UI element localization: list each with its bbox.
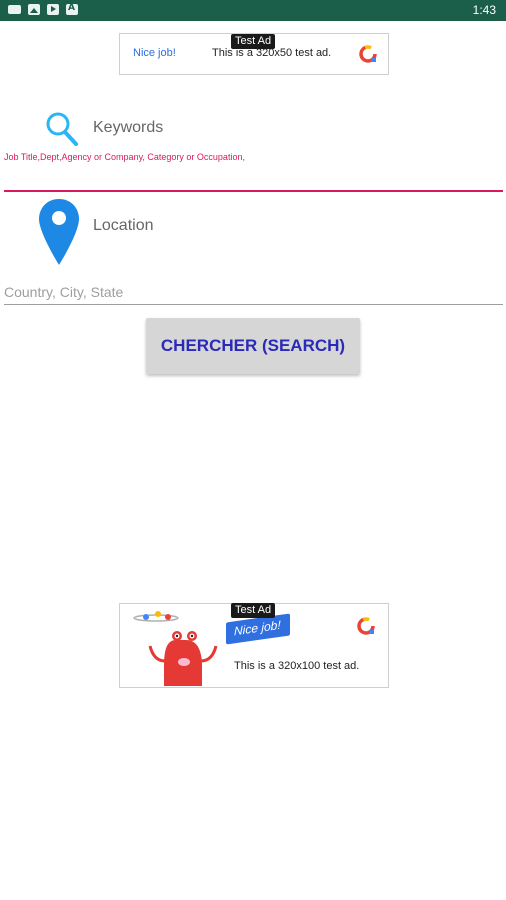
keywords-label: Keywords	[93, 119, 164, 136]
status-icons	[8, 3, 78, 15]
search-button[interactable]: CHERCHER (SEARCH)	[146, 318, 360, 374]
a-badge-icon	[66, 3, 78, 15]
test-ad-label: Test Ad	[231, 603, 276, 618]
ad-logo-icon	[357, 617, 375, 635]
nice-job-flag: Nice job!	[226, 613, 290, 645]
status-time: 1:43	[472, 3, 496, 17]
location-input-underline	[4, 304, 503, 305]
ad-logo-icon	[359, 45, 377, 63]
keywords-input-underline[interactable]	[4, 190, 503, 192]
test-ad-label: Test Ad	[231, 34, 276, 49]
youtube-icon	[47, 4, 59, 15]
keyboard-icon	[8, 5, 21, 14]
status-bar: 1:43	[0, 0, 506, 21]
location-label: Location	[93, 217, 154, 234]
mascot-illustration	[133, 611, 218, 686]
search-icon	[46, 112, 78, 146]
location-input[interactable]	[4, 281, 503, 303]
image-icon	[28, 4, 40, 15]
ad-headline[interactable]: Nice job!	[133, 47, 176, 59]
keywords-hint: Job Title,Dept,Agency or Company, Catego…	[4, 152, 245, 162]
ad-message[interactable]: This is a 320x100 test ad.	[234, 660, 359, 672]
location-pin-icon	[39, 199, 79, 265]
ad-headline: Nice job!	[234, 617, 281, 639]
